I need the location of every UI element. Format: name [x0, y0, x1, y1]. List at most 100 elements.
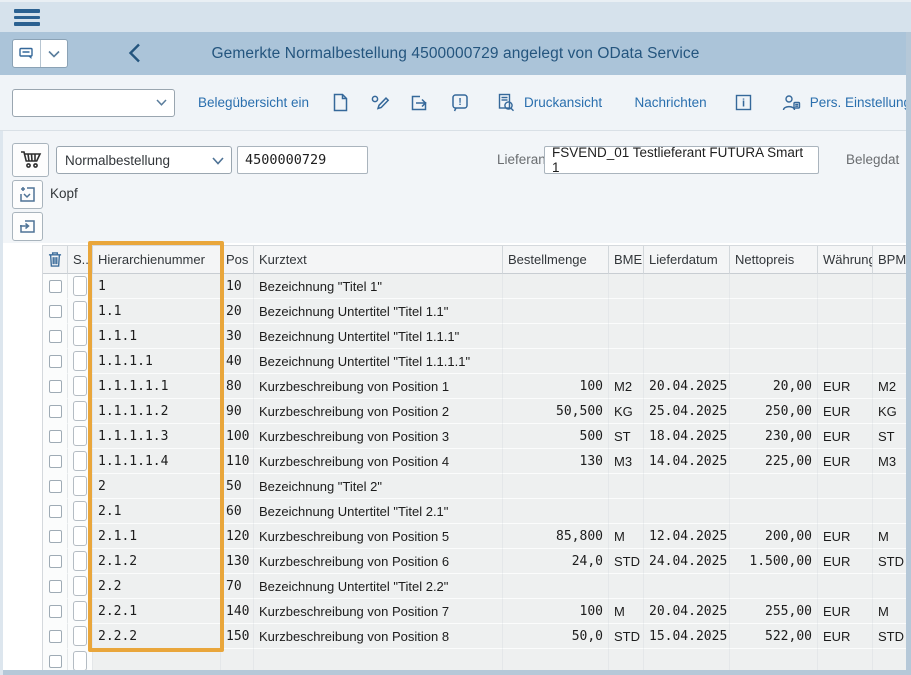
cell-pos[interactable]: 40: [221, 349, 254, 374]
row-status-box[interactable]: [73, 326, 87, 346]
cell-delivery-date[interactable]: [644, 299, 730, 324]
row-status-cell[interactable]: [68, 299, 93, 324]
cell-pos[interactable]: 30: [221, 324, 254, 349]
row-select-checkbox[interactable]: [49, 505, 62, 518]
cell-quantity[interactable]: 85,800: [503, 524, 609, 549]
row-status-cell[interactable]: [68, 399, 93, 424]
row-status-cell[interactable]: [68, 274, 93, 299]
cell-quantity[interactable]: [503, 299, 609, 324]
row-status-cell[interactable]: [68, 324, 93, 349]
cell-pos[interactable]: 120: [221, 524, 254, 549]
cell-quantity[interactable]: [503, 499, 609, 524]
cell-net-price[interactable]: 250,00: [730, 399, 818, 424]
cell-delivery-date[interactable]: 15.04.2025: [644, 624, 730, 649]
row-status-cell[interactable]: [68, 424, 93, 449]
cell-pos[interactable]: 150: [221, 624, 254, 649]
cell-unit[interactable]: [609, 499, 644, 524]
cell-net-price[interactable]: 20,00: [730, 374, 818, 399]
cell-quantity[interactable]: 24,0: [503, 549, 609, 574]
cell-short-text[interactable]: Kurzbeschreibung von Position 8: [254, 624, 503, 649]
unit-column-header[interactable]: BME: [609, 246, 644, 274]
row-status-box[interactable]: [73, 276, 87, 296]
cell-currency[interactable]: [818, 499, 873, 524]
cell-hierarchy[interactable]: 2.1.2: [93, 549, 221, 574]
cell-hierarchy[interactable]: 1.1.1.1.2: [93, 399, 221, 424]
cell-short-text[interactable]: Kurzbeschreibung von Position 7: [254, 599, 503, 624]
cell-currency[interactable]: EUR: [818, 524, 873, 549]
cell-unit[interactable]: M3: [609, 449, 644, 474]
short-text-column-header[interactable]: Kurztext: [254, 246, 503, 274]
cell-short-text[interactable]: Bezeichnung Untertitel "Titel 1.1.1": [254, 324, 503, 349]
row-select-checkbox[interactable]: [49, 530, 62, 543]
row-status-box[interactable]: [73, 351, 87, 371]
row-status-box[interactable]: [73, 426, 87, 446]
row-status-box[interactable]: [73, 451, 87, 471]
cell-currency[interactable]: [818, 349, 873, 374]
row-select-checkbox[interactable]: [49, 405, 62, 418]
cell-hierarchy[interactable]: 2.2.1: [93, 599, 221, 624]
cell-quantity[interactable]: [503, 574, 609, 599]
cell-delivery-date[interactable]: 14.04.2025: [644, 449, 730, 474]
cell-unit[interactable]: [609, 349, 644, 374]
cell-pos[interactable]: 100: [221, 424, 254, 449]
order-number-field[interactable]: 4500000729: [237, 146, 368, 174]
cell-delivery-date[interactable]: 24.04.2025: [644, 549, 730, 574]
row-status-box[interactable]: [73, 551, 87, 571]
cell-delivery-date[interactable]: 20.04.2025: [644, 599, 730, 624]
row-select-checkbox[interactable]: [49, 305, 62, 318]
display-change-icon[interactable]: [369, 90, 392, 116]
cell-unit[interactable]: [609, 324, 644, 349]
row-status-box[interactable]: [73, 301, 87, 321]
cell-delivery-date[interactable]: 18.04.2025: [644, 424, 730, 449]
row-status-box[interactable]: [73, 651, 87, 671]
cell-pos[interactable]: 20: [221, 299, 254, 324]
cell-hierarchy[interactable]: 2.1: [93, 499, 221, 524]
cell-quantity[interactable]: [503, 274, 609, 299]
cell-delivery-date[interactable]: 20.04.2025: [644, 374, 730, 399]
currency-column-header[interactable]: Währung: [818, 246, 873, 274]
personal-settings-icon[interactable]: [779, 90, 805, 116]
cell-hierarchy[interactable]: 1.1.1.1.1: [93, 374, 221, 399]
cell-short-text[interactable]: Bezeichnung "Titel 1": [254, 274, 503, 299]
row-select-cell[interactable]: [43, 449, 68, 474]
row-select-cell[interactable]: [43, 624, 68, 649]
row-select-cell[interactable]: [43, 299, 68, 324]
print-preview-icon[interactable]: [493, 90, 519, 116]
cell-quantity[interactable]: 500: [503, 424, 609, 449]
hierarchy-column-header[interactable]: Hierarchienummer: [93, 246, 221, 274]
cell-pos[interactable]: 130: [221, 549, 254, 574]
cell-net-price[interactable]: [730, 324, 818, 349]
cell-hierarchy[interactable]: 2.1.1: [93, 524, 221, 549]
cell-delivery-date[interactable]: [644, 349, 730, 374]
cell-quantity[interactable]: [503, 349, 609, 374]
cell-net-price[interactable]: 522,00: [730, 624, 818, 649]
cell-net-price[interactable]: 225,00: [730, 449, 818, 474]
quantity-column-header[interactable]: Bestellmenge: [503, 246, 609, 274]
print-preview-button[interactable]: Druckansicht: [493, 90, 602, 116]
cell-net-price[interactable]: 255,00: [730, 599, 818, 624]
cell-hierarchy[interactable]: 2: [93, 474, 221, 499]
row-select-cell[interactable]: [43, 374, 68, 399]
row-status-cell[interactable]: [68, 449, 93, 474]
cell-short-text[interactable]: Kurzbeschreibung von Position 5: [254, 524, 503, 549]
chevron-down-icon[interactable]: [40, 40, 67, 67]
cell-quantity[interactable]: 50,0: [503, 624, 609, 649]
cell-currency[interactable]: EUR: [818, 374, 873, 399]
cell-short-text[interactable]: Bezeichnung Untertitel "Titel 2.1": [254, 499, 503, 524]
cell-hierarchy[interactable]: 2.2: [93, 574, 221, 599]
row-status-cell[interactable]: [68, 349, 93, 374]
cell-short-text[interactable]: Kurzbeschreibung von Position 4: [254, 449, 503, 474]
delivery-date-column-header[interactable]: Lieferdatum: [644, 246, 730, 274]
row-select-cell[interactable]: [43, 574, 68, 599]
cell-currency[interactable]: [818, 274, 873, 299]
row-status-box[interactable]: [73, 526, 87, 546]
cell-delivery-date[interactable]: 25.04.2025: [644, 399, 730, 424]
other-document-icon[interactable]: [408, 90, 431, 116]
cell-unit[interactable]: STD: [609, 624, 644, 649]
row-select-checkbox[interactable]: [49, 655, 62, 668]
row-select-cell[interactable]: [43, 399, 68, 424]
cell-delivery-date[interactable]: [644, 574, 730, 599]
cell-delivery-date[interactable]: [644, 324, 730, 349]
command-field[interactable]: [12, 89, 175, 117]
row-select-checkbox[interactable]: [49, 630, 62, 643]
